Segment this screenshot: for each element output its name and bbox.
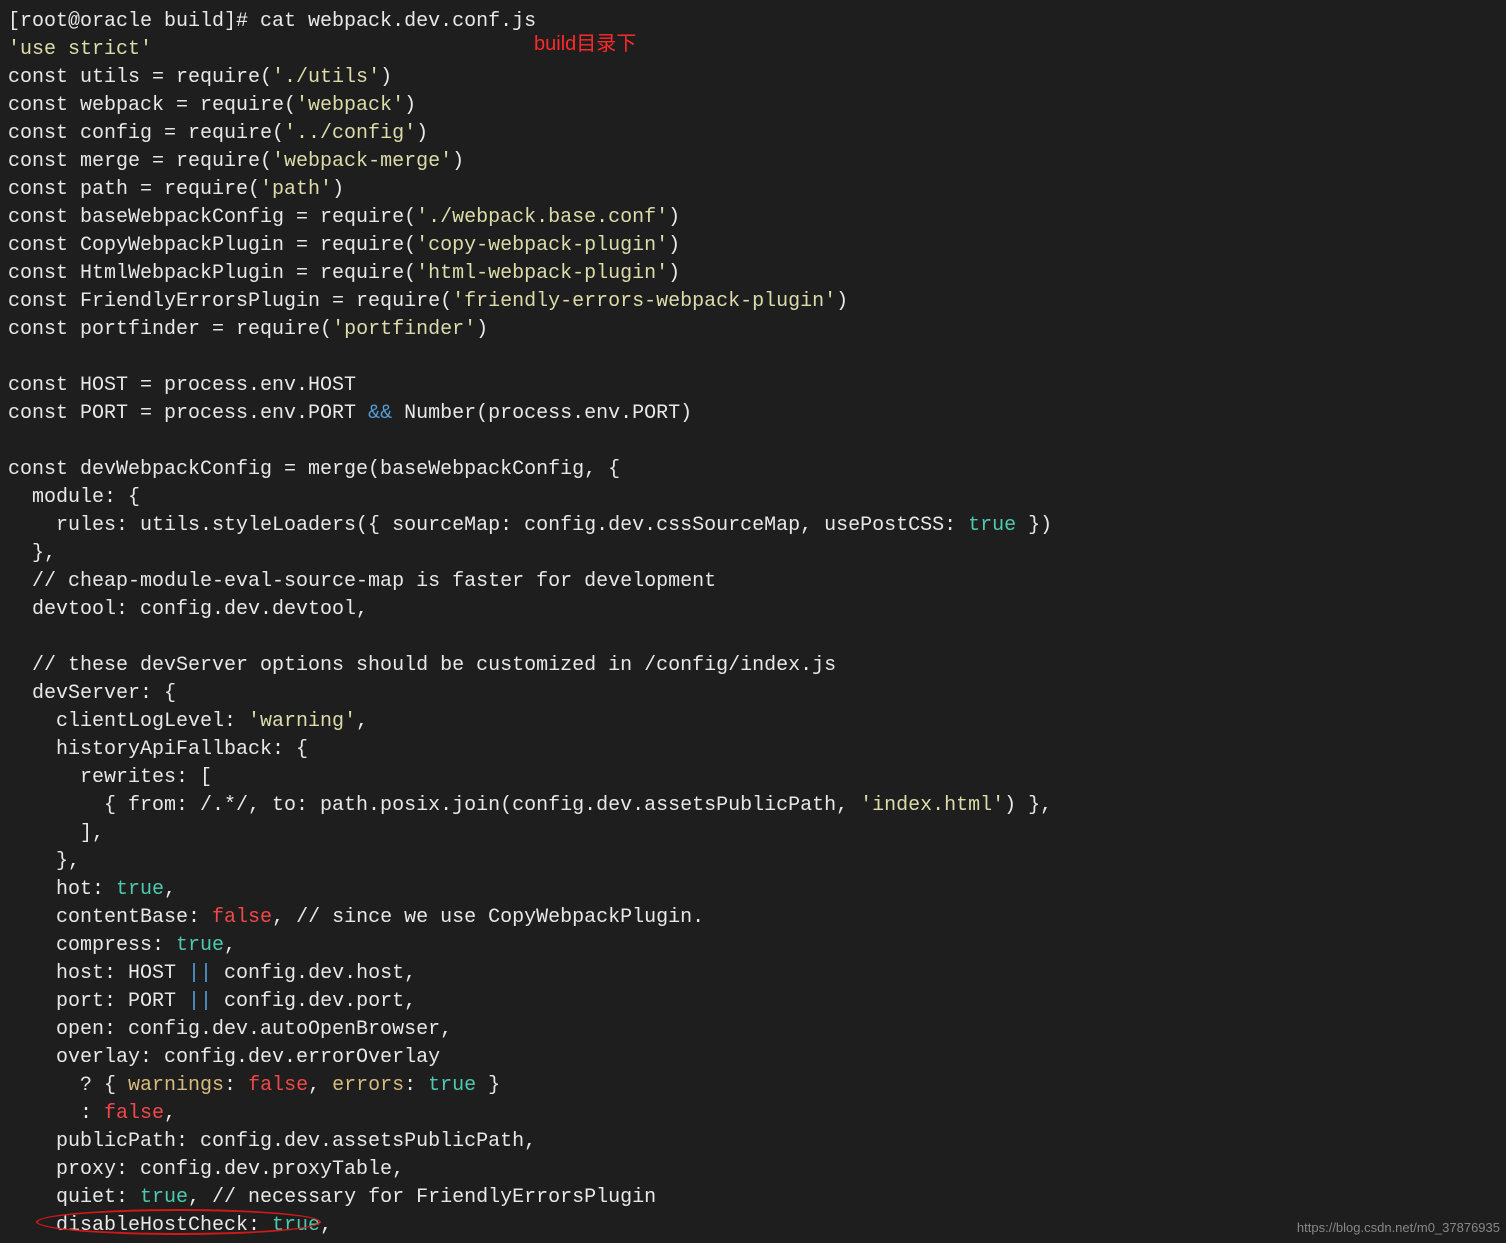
- code-line: historyApiFallback: {: [8, 736, 1498, 764]
- watermark-text: https://blog.csdn.net/m0_37876935: [1297, 1219, 1500, 1237]
- code-line: ? { warnings: false, errors: true }: [8, 1072, 1498, 1100]
- code-line: quiet: true, // necessary for FriendlyEr…: [8, 1184, 1498, 1212]
- code-line: compress: true,: [8, 932, 1498, 960]
- code-line: const webpack = require('webpack'): [8, 92, 1498, 120]
- code-line: // cheap-module-eval-source-map is faste…: [8, 568, 1498, 596]
- code-line: [root@oracle build]# cat webpack.dev.con…: [8, 8, 1498, 36]
- code-line: const path = require('path'): [8, 176, 1498, 204]
- code-line: : false,: [8, 1100, 1498, 1128]
- code-line: overlay: config.dev.errorOverlay: [8, 1044, 1498, 1072]
- code-line: contentBase: false, // since we use Copy…: [8, 904, 1498, 932]
- code-line: const PORT = process.env.PORT && Number(…: [8, 400, 1498, 428]
- code-line: const portfinder = require('portfinder'): [8, 316, 1498, 344]
- code-line: const HOST = process.env.HOST: [8, 372, 1498, 400]
- code-line: 'use strict': [8, 36, 1498, 64]
- code-line: const merge = require('webpack-merge'): [8, 148, 1498, 176]
- annotation-label: build目录下: [534, 30, 636, 58]
- code-line: const utils = require('./utils'): [8, 64, 1498, 92]
- code-line: // these devServer options should be cus…: [8, 652, 1498, 680]
- code-line: clientLogLevel: 'warning',: [8, 708, 1498, 736]
- code-line: disableHostCheck: true,: [8, 1212, 1498, 1240]
- code-line: },: [8, 540, 1498, 568]
- code-line: rules: utils.styleLoaders({ sourceMap: c…: [8, 512, 1498, 540]
- code-block: [root@oracle build]# cat webpack.dev.con…: [8, 8, 1498, 1240]
- code-line: publicPath: config.dev.assetsPublicPath,: [8, 1128, 1498, 1156]
- code-line: hot: true,: [8, 876, 1498, 904]
- code-line: const config = require('../config'): [8, 120, 1498, 148]
- code-line: },: [8, 848, 1498, 876]
- code-line: devServer: {: [8, 680, 1498, 708]
- code-line: const CopyWebpackPlugin = require('copy-…: [8, 232, 1498, 260]
- code-line: devtool: config.dev.devtool,: [8, 596, 1498, 624]
- code-line: const FriendlyErrorsPlugin = require('fr…: [8, 288, 1498, 316]
- code-line: port: PORT || config.dev.port,: [8, 988, 1498, 1016]
- code-line: [8, 624, 1498, 652]
- code-line: rewrites: [: [8, 764, 1498, 792]
- code-line: { from: /.*/, to: path.posix.join(config…: [8, 792, 1498, 820]
- code-line: const devWebpackConfig = merge(baseWebpa…: [8, 456, 1498, 484]
- code-line: host: HOST || config.dev.host,: [8, 960, 1498, 988]
- code-line: const baseWebpackConfig = require('./web…: [8, 204, 1498, 232]
- code-line: [8, 344, 1498, 372]
- code-line: module: {: [8, 484, 1498, 512]
- code-line: proxy: config.dev.proxyTable,: [8, 1156, 1498, 1184]
- code-line: [8, 428, 1498, 456]
- code-line: open: config.dev.autoOpenBrowser,: [8, 1016, 1498, 1044]
- code-line: const HtmlWebpackPlugin = require('html-…: [8, 260, 1498, 288]
- code-line: ],: [8, 820, 1498, 848]
